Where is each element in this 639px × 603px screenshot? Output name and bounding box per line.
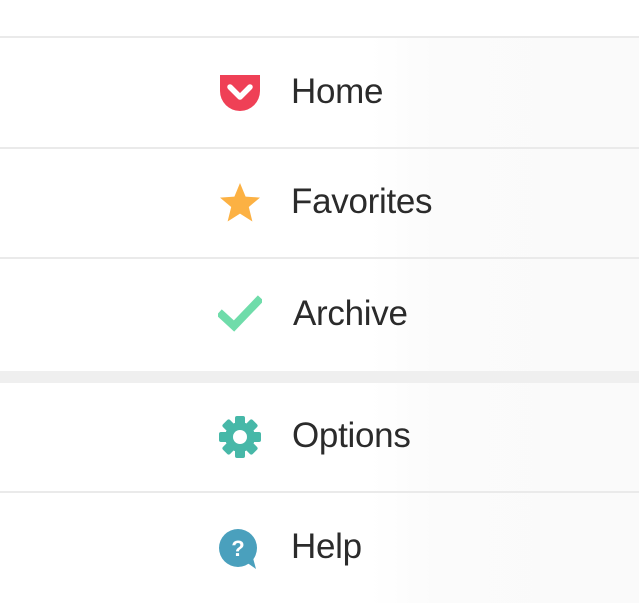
menu-item-label: Options: [292, 416, 411, 456]
menu-item-options[interactable]: Options: [0, 383, 639, 493]
menu-item-label: Help: [291, 527, 362, 567]
menu-item-archive[interactable]: Archive: [0, 259, 639, 371]
menu-item-label: Archive: [293, 294, 408, 334]
gear-icon: [218, 415, 262, 459]
star-icon: [218, 181, 262, 225]
section-divider: [0, 371, 639, 383]
pocket-icon: [218, 71, 262, 115]
help-bubble-icon: ?: [218, 528, 262, 572]
checkmark-icon: [218, 293, 262, 337]
menu-item-favorites[interactable]: Favorites: [0, 149, 639, 259]
navigation-menu: Home Favorites Archive Options ? Help: [0, 0, 639, 603]
svg-text:?: ?: [231, 536, 244, 561]
menu-item-help[interactable]: ? Help: [0, 493, 639, 603]
menu-top-spacer: [0, 0, 639, 38]
menu-item-home[interactable]: Home: [0, 38, 639, 149]
menu-item-label: Favorites: [291, 182, 433, 222]
menu-item-label: Home: [291, 71, 384, 111]
